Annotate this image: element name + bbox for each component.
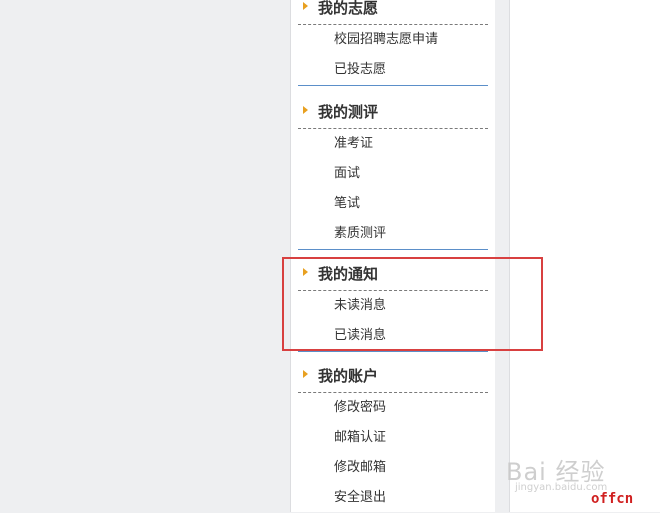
sidebar-item-change-password[interactable]: 修改密码 [298,393,488,423]
sidebar-item-submitted[interactable]: 已投志愿 [298,55,488,85]
section-title: 我的账户 [318,367,379,385]
section-divider [298,249,488,250]
section-header[interactable]: 我的志愿 [298,0,488,25]
chevron-right-icon [303,2,308,10]
sidebar-item-logout[interactable]: 安全退出 [298,483,488,513]
section-header[interactable]: 我的测评 [298,94,488,129]
sidebar-item-email-verification[interactable]: 邮箱认证 [298,423,488,453]
sidebar-item-campus-application[interactable]: 校园招聘志愿申请 [298,25,488,55]
section-assessment: 我的测评 准考证 面试 笔试 素质测评 [298,94,488,250]
panel-gap [495,0,509,512]
sidebar-item-admission-ticket[interactable]: 准考证 [298,129,488,159]
sidebar-item-written-test[interactable]: 笔试 [298,189,488,219]
section-account: 我的账户 修改密码 邮箱认证 修改邮箱 安全退出 [298,358,488,513]
sidebar-item-interview[interactable]: 面试 [298,159,488,189]
section-title: 我的测评 [318,103,379,121]
section-header[interactable]: 我的账户 [298,358,488,393]
section-divider [298,85,488,86]
page: 我的志愿 校园招聘志愿申请 已投志愿 我的测评 准考证 面试 笔试 素质测评 我… [0,0,660,512]
section-divider [298,351,488,352]
section-title: 我的志愿 [318,0,379,17]
content-panel [509,0,660,512]
watermark-logo: offcn [591,491,634,507]
left-background [0,0,290,512]
highlight-box [282,257,543,351]
section-volunteer: 我的志愿 校园招聘志愿申请 已投志愿 [298,0,488,86]
sidebar-item-change-email[interactable]: 修改邮箱 [298,453,488,483]
chevron-right-icon [303,106,308,114]
sidebar-item-quality-assessment[interactable]: 素质测评 [298,219,488,249]
chevron-right-icon [303,370,308,378]
